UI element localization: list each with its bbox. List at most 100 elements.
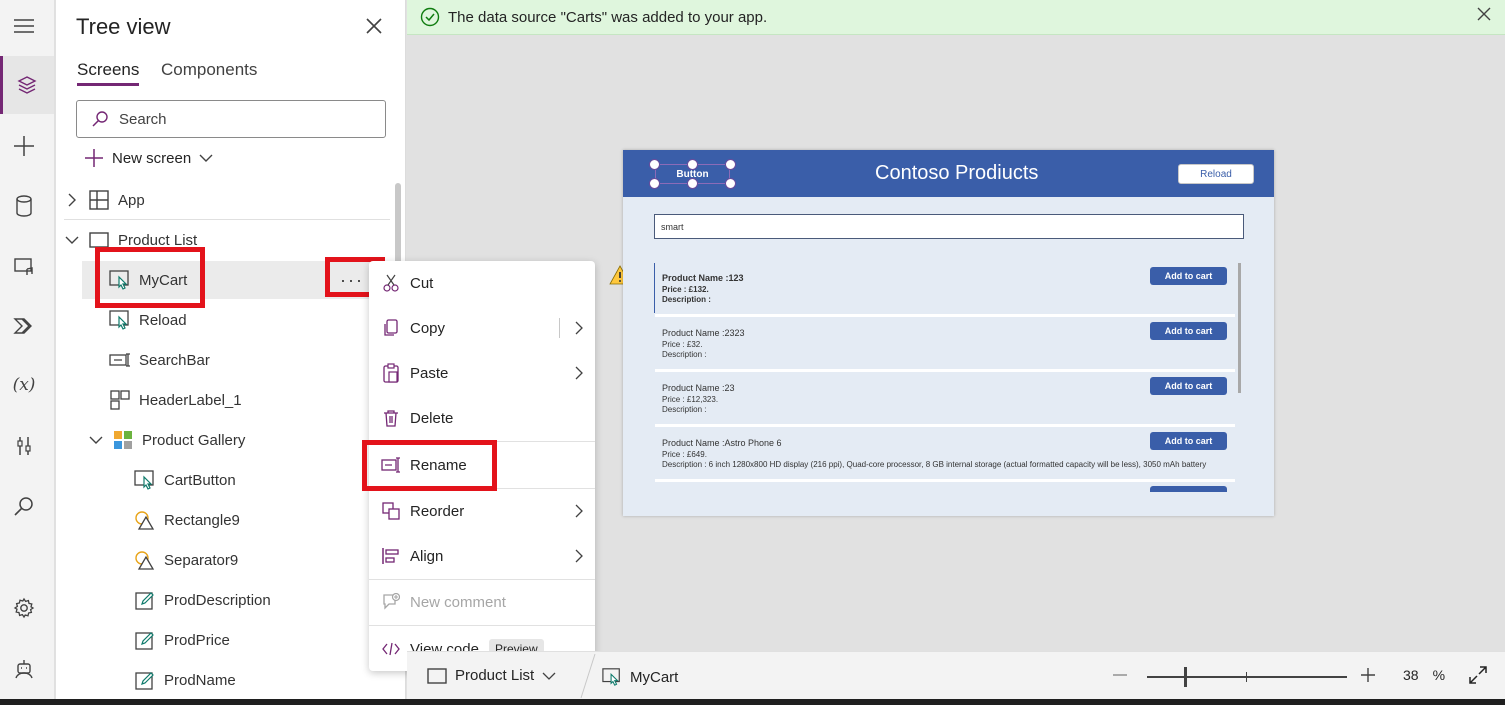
app-canvas-screen[interactable]: Contoso Prodiucts Button Reload smart Pr… xyxy=(623,150,1274,516)
menu-divider xyxy=(369,625,595,626)
zoom-slider-track[interactable] xyxy=(1147,676,1347,678)
tree-view-layers-icon[interactable] xyxy=(0,56,54,114)
tree-node-label: Product Gallery xyxy=(142,431,246,449)
gallery-scrollbar[interactable] xyxy=(1238,263,1241,393)
tree-node-label: Product List xyxy=(118,231,198,249)
gallery-separator xyxy=(655,424,1235,427)
resize-handle[interactable] xyxy=(687,178,698,189)
chevron-right-icon[interactable] xyxy=(64,192,80,208)
product-description: Description : xyxy=(662,350,707,359)
menu-item-align[interactable]: Align xyxy=(369,534,595,578)
menu-item-paste[interactable]: Paste xyxy=(369,351,595,395)
zoom-out-icon[interactable] xyxy=(1112,667,1128,683)
menu-item-label: New comment xyxy=(410,593,506,611)
gallery-item[interactable]: Product Name :2323 Price : £32. Descript… xyxy=(655,318,1235,371)
chevron-right-icon xyxy=(575,366,583,380)
advanced-tools-icon[interactable] xyxy=(10,432,38,460)
screen-icon xyxy=(427,667,447,684)
app-title[interactable]: Contoso Prodiucts xyxy=(875,162,1038,185)
zoom-slider-thumb[interactable] xyxy=(1184,667,1187,687)
screen-breadcrumb[interactable]: Product List xyxy=(427,667,556,684)
search-icon xyxy=(91,110,109,128)
resize-handle[interactable] xyxy=(649,178,660,189)
breadcrumb-separator xyxy=(577,652,597,700)
paste-clipboard-icon xyxy=(381,363,401,383)
tree-node-prodprice[interactable]: ProdPrice xyxy=(134,621,230,659)
close-icon[interactable] xyxy=(1477,7,1497,27)
resize-handle[interactable] xyxy=(687,159,698,170)
resize-handle[interactable] xyxy=(725,159,736,170)
menu-item-delete[interactable]: Delete xyxy=(369,396,595,440)
add-to-cart-button[interactable]: Add to cart xyxy=(1150,432,1227,450)
fit-to-window-icon[interactable] xyxy=(1468,665,1488,685)
close-icon[interactable] xyxy=(362,14,386,38)
tree-node-rectangle9[interactable]: Rectangle9 xyxy=(134,501,240,539)
media-icon[interactable] xyxy=(10,252,38,280)
search-icon[interactable] xyxy=(10,492,38,520)
resize-handle[interactable] xyxy=(649,159,660,170)
chevron-down-icon xyxy=(199,153,213,163)
edit-label-icon xyxy=(134,629,156,651)
search-box[interactable] xyxy=(76,100,386,138)
search-bar-input[interactable]: smart xyxy=(654,214,1244,239)
hamburger-menu-icon[interactable] xyxy=(10,12,38,40)
tree-node-proddescription[interactable]: ProdDescription xyxy=(134,581,271,619)
control-breadcrumb[interactable]: MyCart xyxy=(602,667,678,687)
zoom-readout[interactable]: 38 % xyxy=(1403,667,1445,683)
gallery-separator xyxy=(655,314,1235,317)
gallery-item[interactable]: Product Name :123 Price : £132. Descript… xyxy=(655,263,1235,316)
copy-icon xyxy=(381,318,401,338)
chevron-down-icon[interactable] xyxy=(88,432,104,448)
tree-node-prodname[interactable]: ProdName xyxy=(134,661,236,699)
add-to-cart-button[interactable]: Add to cart xyxy=(1150,322,1227,340)
product-price: Price : £12,323. xyxy=(662,395,719,404)
variables-icon[interactable]: (𝑥) xyxy=(10,371,38,399)
menu-item-cut[interactable]: Cut xyxy=(369,261,595,305)
tree-scrollbar[interactable] xyxy=(395,183,401,273)
menu-item-reorder[interactable]: Reorder xyxy=(369,489,595,533)
product-name: Product Name :123 xyxy=(662,273,744,283)
new-screen-button[interactable]: New screen xyxy=(84,148,213,168)
product-price: Price : £649. xyxy=(662,450,707,459)
tree-node-searchbar[interactable]: SearchBar xyxy=(109,341,210,379)
tree-node-app[interactable]: App xyxy=(64,181,145,219)
add-to-cart-button[interactable]: Add to cart xyxy=(1150,377,1227,395)
power-automate-icon[interactable] xyxy=(10,312,38,340)
tree-node-cartbutton[interactable]: CartButton xyxy=(134,461,236,499)
data-cylinder-icon[interactable] xyxy=(10,192,38,220)
virtual-agent-icon[interactable] xyxy=(10,655,38,683)
button-control-icon xyxy=(602,667,622,687)
tree-node-label: Separator9 xyxy=(164,551,239,569)
product-description: Description : xyxy=(662,295,711,304)
tree-node-headerlabel[interactable]: HeaderLabel_1 xyxy=(109,381,242,419)
chevron-down-icon[interactable] xyxy=(64,232,80,248)
search-input[interactable] xyxy=(119,110,359,128)
add-to-cart-button-partial[interactable] xyxy=(1150,486,1227,492)
resize-handle[interactable] xyxy=(725,178,736,189)
new-screen-label: New screen xyxy=(112,149,192,167)
edit-label-icon xyxy=(134,669,156,691)
gallery-separator xyxy=(655,479,1235,482)
add-to-cart-button[interactable]: Add to cart xyxy=(1150,267,1227,285)
menu-item-label: Reorder xyxy=(410,502,465,520)
gallery-item[interactable]: Product Name :23 Price : £12,323. Descri… xyxy=(655,373,1235,426)
menu-item-new-comment[interactable]: New comment xyxy=(369,580,595,624)
gallery-item[interactable]: Product Name :Astro Phone 6 Price : £649… xyxy=(655,428,1235,481)
menu-item-label: Cut xyxy=(410,274,434,292)
menu-item-label: Paste xyxy=(410,364,449,382)
text-input-icon xyxy=(109,349,131,371)
reload-button[interactable]: Reload xyxy=(1178,164,1254,184)
tree-node-separator9[interactable]: Separator9 xyxy=(134,541,238,579)
zoom-in-icon[interactable] xyxy=(1360,667,1376,683)
tree-node-product-gallery[interactable]: Product Gallery xyxy=(88,421,245,459)
highlight-box-rename xyxy=(362,440,497,491)
menu-item-copy[interactable]: Copy xyxy=(369,306,595,350)
tab-screens[interactable]: Screens xyxy=(77,60,140,86)
insert-plus-icon[interactable] xyxy=(10,132,38,160)
chevron-right-icon[interactable] xyxy=(575,321,583,335)
button-control-icon xyxy=(109,309,131,331)
highlight-box-mycart xyxy=(95,247,205,308)
tab-components[interactable]: Components xyxy=(161,60,257,80)
panel-title: Tree view xyxy=(76,14,171,39)
settings-gear-icon[interactable] xyxy=(10,594,38,622)
